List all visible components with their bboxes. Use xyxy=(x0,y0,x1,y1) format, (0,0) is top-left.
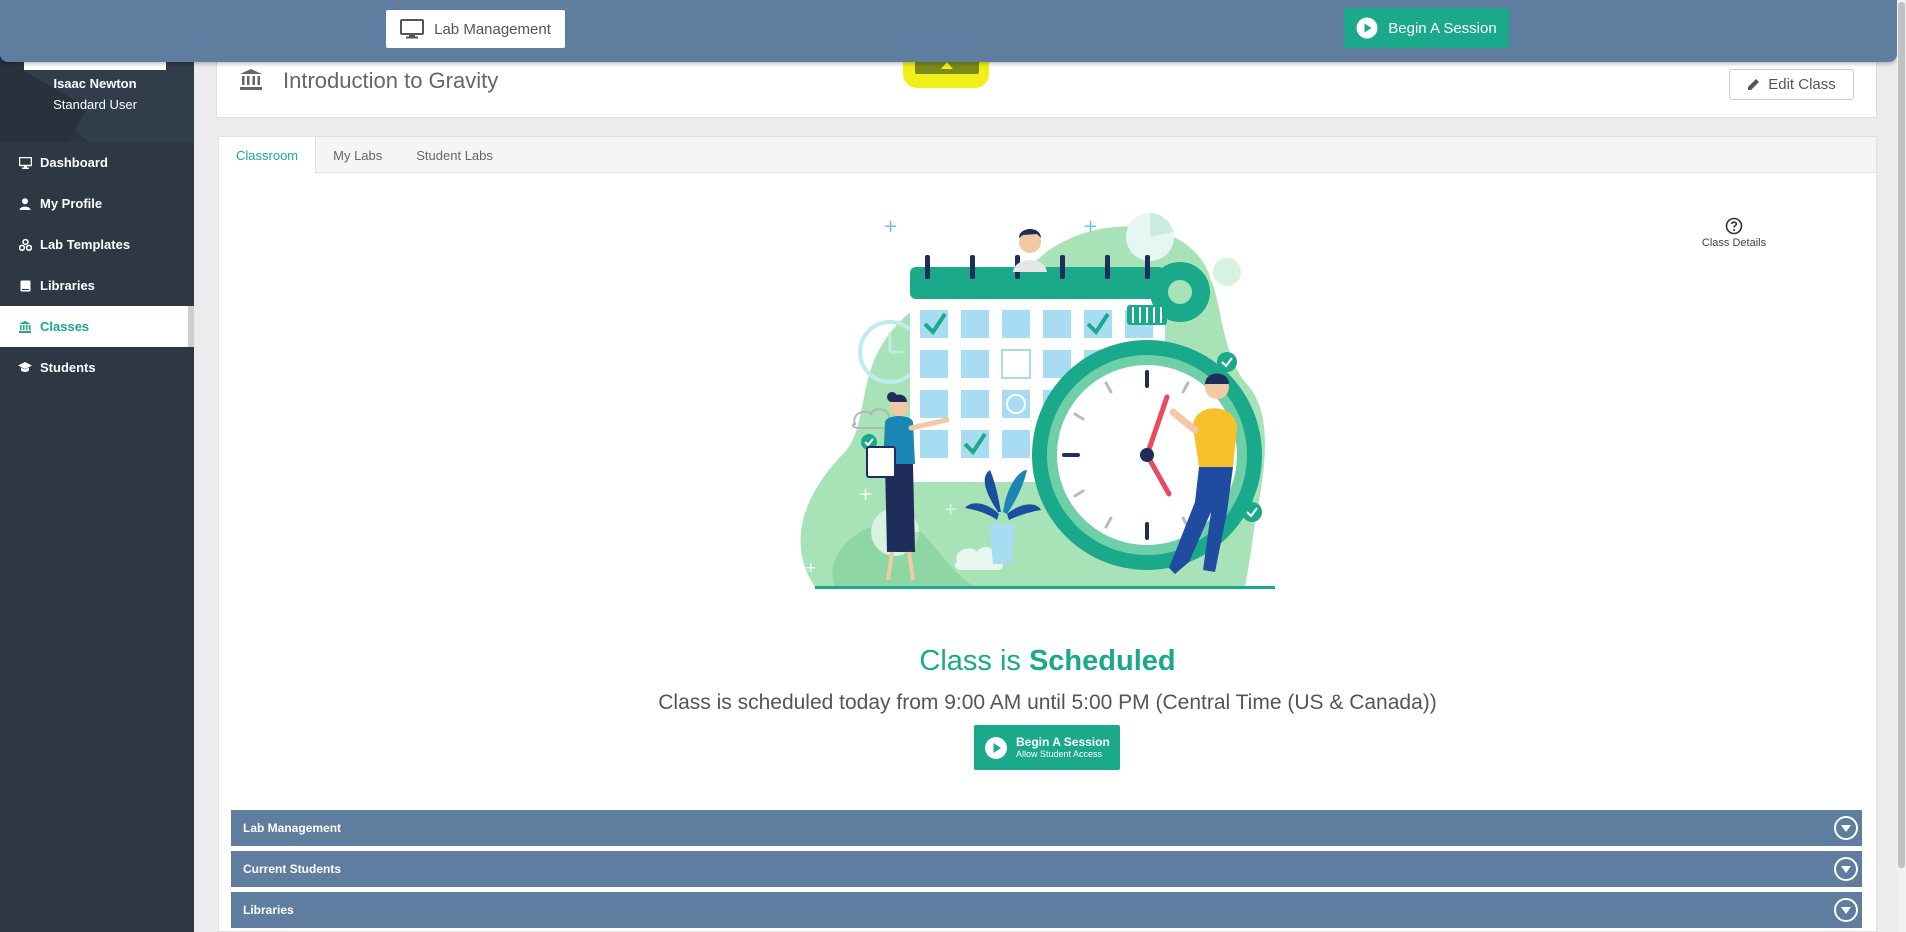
sidebar-item-students[interactable]: Students xyxy=(0,347,194,388)
user-icon xyxy=(18,197,32,211)
monitor-icon xyxy=(18,156,32,170)
svg-text:+: + xyxy=(883,216,898,237)
status-prefix: Class is xyxy=(919,645,1021,677)
lab-management-label: Lab Management xyxy=(434,20,551,38)
classroom-panel: Classroom My Labs Student Labs Class Det… xyxy=(218,136,1877,932)
sidebar-nav: Dashboard My Profile Lab Templates Libra… xyxy=(0,142,194,388)
monitor-icon xyxy=(400,19,425,39)
play-circle-icon xyxy=(984,736,1008,760)
top-begin-session-button[interactable]: Begin A Session xyxy=(1344,8,1509,48)
graduation-cap-icon xyxy=(18,361,32,375)
accordion-lab-management[interactable]: Lab Management xyxy=(231,810,1862,846)
class-header: Introduction to Gravity Edit Class xyxy=(216,48,1877,118)
avatar xyxy=(24,62,166,70)
sidebar-item-lab-templates[interactable]: Lab Templates xyxy=(0,224,194,265)
sidebar-item-libraries[interactable]: Libraries xyxy=(0,265,194,306)
institution-icon xyxy=(18,320,32,334)
chevron-down-icon xyxy=(1834,816,1858,840)
svg-text:+: + xyxy=(1083,216,1098,237)
book-icon xyxy=(18,279,32,293)
accordion-label: Lab Management xyxy=(243,821,342,835)
begin-session-label: Begin A Session xyxy=(1388,19,1497,37)
question-circle-icon xyxy=(1684,217,1784,235)
sidebar-item-label: Lab Templates xyxy=(40,237,131,252)
begin-session-button[interactable]: Begin A Session Allow Student Access xyxy=(974,725,1120,770)
schedule-illustration: + + + + + xyxy=(800,213,1275,589)
sidebar-item-label: Students xyxy=(40,360,96,375)
tab-bar: Classroom My Labs Student Labs xyxy=(219,137,1876,174)
sidebar-item-label: Classes xyxy=(40,319,90,334)
svg-text:+: + xyxy=(943,499,958,520)
sidebar-item-classes[interactable]: Classes xyxy=(0,306,194,347)
tab-classroom[interactable]: Classroom xyxy=(219,137,317,174)
accordion-label: Libraries xyxy=(243,903,294,917)
edit-class-button[interactable]: Edit Class xyxy=(1729,69,1854,100)
status-state: Scheduled xyxy=(1028,645,1176,677)
edit-class-label: Edit Class xyxy=(1768,76,1836,93)
svg-text:+: + xyxy=(805,560,817,576)
class-title: Introduction to Gravity xyxy=(283,68,499,93)
institution-icon xyxy=(239,68,263,97)
sidebar-item-label: My Profile xyxy=(40,196,103,211)
pencil-icon xyxy=(1747,78,1760,91)
class-details-label: Class Details xyxy=(1701,237,1767,249)
begin-session-title: Begin A Session xyxy=(1016,735,1110,749)
sidebar-item-dashboard[interactable]: Dashboard xyxy=(0,142,194,183)
play-circle-icon xyxy=(1356,17,1378,39)
accordion-current-students[interactable]: Current Students xyxy=(231,851,1862,887)
sidebar-item-label: Libraries xyxy=(40,278,95,293)
cubes-icon xyxy=(18,238,32,252)
begin-session-subtitle: Allow Student Access xyxy=(1016,749,1103,759)
chevron-down-icon xyxy=(1834,857,1858,881)
top-action-bar: Lab Management Begin A Session xyxy=(0,0,1897,62)
chevron-down-icon xyxy=(1834,898,1858,922)
svg-text:+: + xyxy=(858,484,873,505)
user-role: Standard User xyxy=(53,97,137,112)
scrollbar-thumb[interactable] xyxy=(1898,2,1905,868)
sidebar-item-label: Dashboard xyxy=(40,155,108,170)
class-status-heading: Class is Scheduled xyxy=(219,645,1876,678)
sidebar-item-my-profile[interactable]: My Profile xyxy=(0,183,194,224)
user-name: Isaac Newton xyxy=(53,76,137,91)
accordion-libraries[interactable]: Libraries xyxy=(231,892,1862,928)
schedule-text: Class is scheduled today from 9:00 AM un… xyxy=(658,691,1437,714)
lab-management-button[interactable]: Lab Management xyxy=(386,10,565,48)
page-scrollbar[interactable] xyxy=(1897,0,1906,932)
sidebar: Isaac Newton Standard User Dashboard My … xyxy=(0,0,194,932)
class-details-button[interactable]: Class Details xyxy=(1684,217,1784,249)
accordion-label: Current Students xyxy=(243,862,342,876)
tab-student-labs[interactable]: Student Labs xyxy=(399,137,510,173)
tab-my-labs[interactable]: My Labs xyxy=(316,137,399,173)
